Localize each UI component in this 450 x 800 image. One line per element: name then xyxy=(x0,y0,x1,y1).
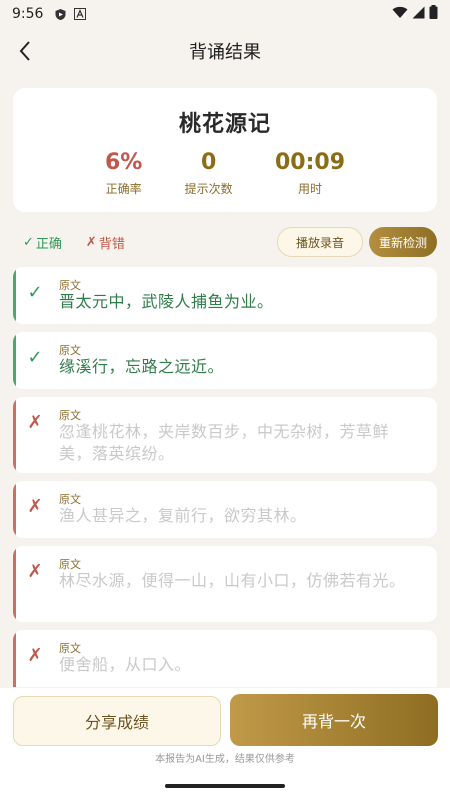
item-text: 渔人甚异之，复前行，欲穷其林。 xyxy=(59,506,307,525)
sentence-list[interactable]: ✓ 原文 晋太元中，武陵人捕鱼为业。 ✓ 原文 缘溪行，忘路之远近。 ✗ 原文 … xyxy=(13,267,437,687)
stat-accuracy-value: 6% xyxy=(105,150,143,175)
bottom-bar: 分享成绩 再背一次 本报告为AI生成，结果仅供参考 xyxy=(0,688,450,800)
list-item: ✓ 原文 晋太元中，武陵人捕鱼为业。 xyxy=(13,267,437,324)
shield-icon xyxy=(53,7,67,21)
item-text: 忽逢桃花林，夹岸数百步，中无杂树，芳草鲜美，落英缤纷。 xyxy=(59,422,390,463)
status-bar-indicator xyxy=(13,630,16,687)
item-text: 便舍船，从口入。 xyxy=(59,655,192,674)
page-title: 背诵结果 xyxy=(189,42,261,63)
status-bar-indicator xyxy=(13,332,16,389)
disclaimer-text: 本报告为AI生成，结果仅供参考 xyxy=(155,754,295,765)
recheck-button[interactable]: 重新检测 xyxy=(368,227,437,257)
list-item: ✗ 原文 忽逢桃花林，夹岸数百步，中无杂树，芳草鲜美，落英缤纷。 xyxy=(13,397,437,473)
stat-time-label: 用时 xyxy=(297,182,322,196)
cross-icon: ✗ xyxy=(85,234,97,250)
list-item: ✗ 原文 便舍船，从口入。 xyxy=(13,630,437,687)
list-item: ✓ 原文 缘溪行，忘路之远近。 xyxy=(13,332,437,389)
stat-hints-value: 0 xyxy=(201,150,217,175)
play-recording-button[interactable]: 播放录音 xyxy=(276,227,363,257)
legend-correct-label: 正确 xyxy=(35,236,62,252)
status-bar-indicator xyxy=(13,481,16,538)
home-indicator[interactable] xyxy=(165,784,285,788)
poem-title: 桃花源记 xyxy=(178,112,271,137)
status-right xyxy=(392,5,438,23)
retry-button[interactable]: 再背一次 xyxy=(230,694,438,746)
list-item: ✗ 原文 林尽水源，便得一山，山有小口，仿佛若有光。 xyxy=(13,546,437,622)
stats-row: 6% 正确率 0 提示次数 00:09 用时 xyxy=(105,150,345,197)
legend-wrong: ✗ 背错 xyxy=(86,233,125,252)
font-a-icon xyxy=(73,7,87,21)
item-text: 晋太元中，武陵人捕鱼为业。 xyxy=(59,292,274,311)
status-bar-indicator xyxy=(13,546,16,622)
legend-wrong-label: 背错 xyxy=(98,236,125,252)
check-icon: ✓ xyxy=(27,346,43,368)
chevron-left-icon xyxy=(19,41,30,61)
item-text: 缘溪行，忘路之远近。 xyxy=(59,357,225,376)
stat-time-value: 00:09 xyxy=(274,150,345,175)
legend-row: ✓ 正确 ✗ 背错 播放录音 重新检测 xyxy=(13,226,437,258)
header: 背诵结果 xyxy=(0,28,450,74)
stat-accuracy: 6% 正确率 xyxy=(105,150,142,197)
cross-icon: ✗ xyxy=(27,644,43,666)
signal-icon xyxy=(412,6,425,23)
list-item: ✗ 原文 渔人甚异之，复前行，欲穷其林。 xyxy=(13,481,437,538)
battery-icon xyxy=(429,5,438,23)
cross-icon: ✗ xyxy=(27,411,43,433)
stat-hints-label: 提示次数 xyxy=(184,182,233,196)
stat-hints: 0 提示次数 xyxy=(185,150,233,197)
cross-icon: ✗ xyxy=(27,495,43,517)
summary-card: 桃花源记 6% 正确率 0 提示次数 00:09 用时 xyxy=(13,88,437,212)
check-icon: ✓ xyxy=(27,281,43,303)
cross-icon: ✗ xyxy=(27,560,43,582)
share-button[interactable]: 分享成绩 xyxy=(13,696,221,746)
status-bar: 9:56 xyxy=(0,0,450,28)
status-bar-indicator xyxy=(13,267,16,324)
stat-accuracy-label: 正确率 xyxy=(105,182,142,196)
wifi-icon xyxy=(392,6,408,23)
legend-correct: ✓ 正确 xyxy=(23,233,62,252)
stat-time: 00:09 用时 xyxy=(275,150,345,197)
back-button[interactable] xyxy=(10,36,40,66)
check-icon: ✓ xyxy=(23,234,34,250)
status-time: 9:56 xyxy=(12,6,44,22)
item-text: 林尽水源，便得一山，山有小口，仿佛若有光。 xyxy=(59,571,406,590)
status-bar-indicator xyxy=(13,397,16,473)
action-buttons: 播放录音 重新检测 xyxy=(276,227,437,257)
